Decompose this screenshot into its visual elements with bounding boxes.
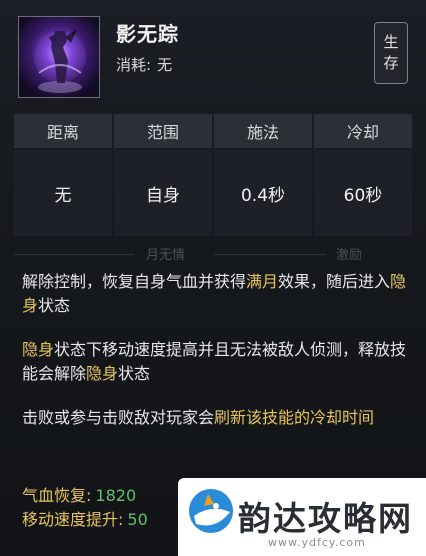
attr-label: 气血恢复: bbox=[22, 486, 92, 505]
stat-cooldown: 冷却 60秒 bbox=[314, 114, 412, 236]
desc-highlight: 刷新该技能的冷却时间 bbox=[214, 408, 375, 427]
badge-char-2: 存 bbox=[383, 54, 399, 72]
watermark-url: www.ydfcy.com bbox=[268, 536, 366, 549]
watermark-brand: 韵达攻略网 bbox=[238, 499, 413, 538]
desc-highlight: 满月 bbox=[246, 272, 279, 291]
attr-move-speed: 移动速度提升: 50 bbox=[22, 506, 148, 530]
cost-row: 消耗: 无 bbox=[116, 54, 178, 75]
desc-text: 解除控制，恢复自身气血并获得 bbox=[22, 272, 247, 291]
stat-label: 施法 bbox=[214, 114, 312, 148]
stat-label: 距离 bbox=[14, 114, 112, 148]
desc-paragraph-3: 击败或参与击败敌对玩家会刷新该技能的冷却时间 bbox=[22, 406, 408, 430]
desc-text: 击败或参与击败敌对玩家会 bbox=[22, 408, 215, 427]
desc-text: 效果，随后进入 bbox=[278, 272, 391, 291]
cost-value: 无 bbox=[157, 56, 173, 74]
cost-label: 消耗: bbox=[116, 56, 152, 74]
stat-range: 范围 自身 bbox=[114, 114, 212, 236]
stat-label: 冷却 bbox=[314, 114, 412, 148]
desc-text: 状态下移动速度提高并且无法被敌人侦测，释放技能会解除 bbox=[22, 340, 407, 383]
desc-paragraph-2: 隐身状态下移动速度提高并且无法被敌人侦测，释放技能会解除隐身状态 bbox=[22, 338, 408, 386]
skill-name: 影无踪 bbox=[116, 22, 179, 46]
stat-value: 自身 bbox=[114, 150, 212, 236]
stat-cast: 施法 0.4秒 bbox=[214, 114, 312, 236]
tab-encourage: 激励 bbox=[336, 248, 363, 263]
stat-distance: 距离 无 bbox=[14, 114, 112, 236]
badge-char-1: 生 bbox=[383, 33, 399, 51]
attr-value: 1820 bbox=[95, 486, 137, 505]
faded-tabs: 月无情 激励 bbox=[0, 242, 426, 266]
stat-value: 无 bbox=[14, 150, 112, 236]
attr-value: 50 bbox=[127, 510, 148, 529]
shadow-figure-icon bbox=[18, 16, 100, 98]
desc-highlight: 隐身 bbox=[86, 364, 119, 383]
desc-paragraph-1: 解除控制，恢复自身气血并获得满月效果，随后进入隐身状态 bbox=[22, 270, 408, 318]
skill-type-badge: 生 存 bbox=[374, 22, 408, 84]
bird-logo-icon bbox=[186, 486, 236, 540]
tooltip-header: 影无踪 消耗: 无 生 存 bbox=[0, 0, 426, 108]
skill-tooltip: 影无踪 消耗: 无 生 存 距离 无 范围 自身 施法 0.4秒 冷却 60秒 月… bbox=[0, 0, 426, 556]
watermark: 韵达攻略网 www.ydfcy.com bbox=[178, 478, 426, 556]
stat-value: 60秒 bbox=[314, 150, 412, 236]
stat-label: 范围 bbox=[114, 114, 212, 148]
attr-label: 移动速度提升: bbox=[22, 510, 124, 529]
desc-text: 状态 bbox=[118, 364, 151, 383]
divider bbox=[214, 254, 326, 255]
tab-moon: 月无情 bbox=[146, 248, 186, 263]
stat-value: 0.4秒 bbox=[214, 150, 312, 236]
desc-highlight: 隐身 bbox=[22, 340, 55, 359]
skill-description: 解除控制，恢复自身气血并获得满月效果，随后进入隐身状态 隐身状态下移动速度提高并… bbox=[22, 270, 408, 450]
stats-table: 距离 无 范围 自身 施法 0.4秒 冷却 60秒 bbox=[14, 114, 414, 236]
divider bbox=[14, 254, 134, 255]
desc-text: 状态 bbox=[38, 296, 71, 315]
attr-hp-restore: 气血恢复: 1820 bbox=[22, 482, 136, 506]
